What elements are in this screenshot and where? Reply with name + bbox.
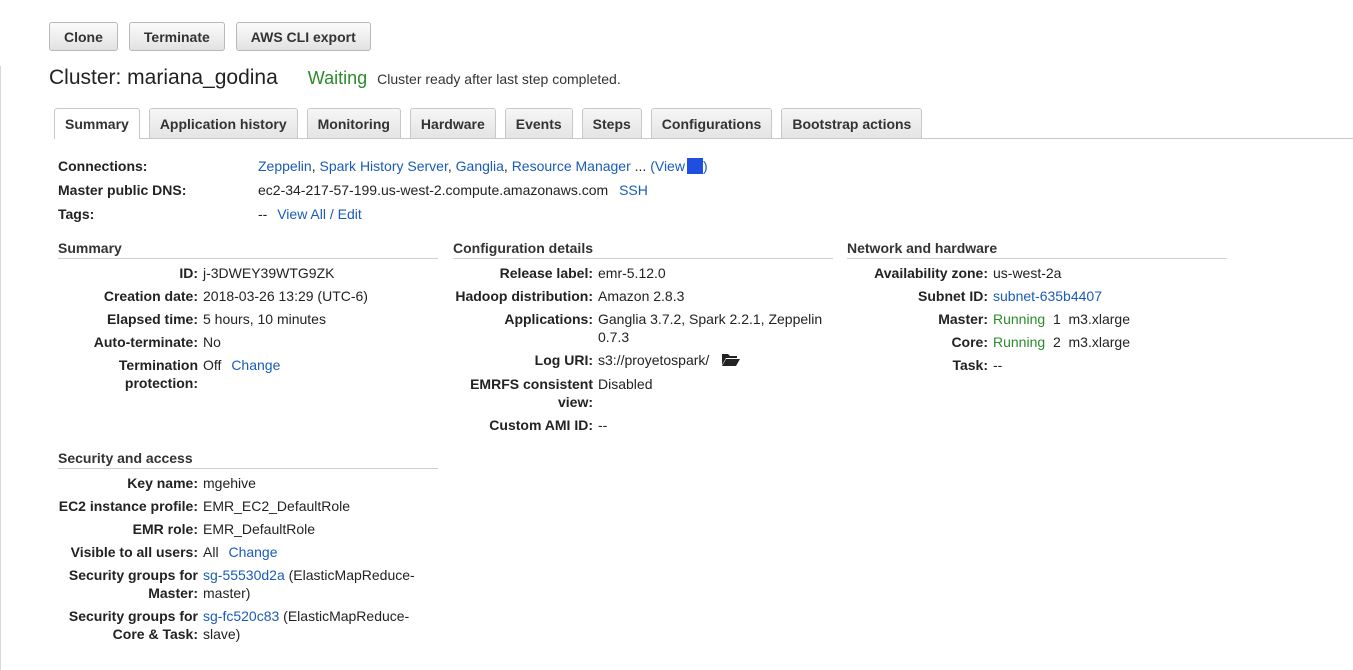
action-toolbar: Clone Terminate AWS CLI export: [49, 22, 371, 51]
sg-core-link[interactable]: sg-fc520c83: [203, 608, 279, 624]
subnet-id-label: Subnet ID:: [918, 288, 988, 304]
summary-section: Summary ID: j-3DWEY39WTG9ZK Creation date…: [58, 240, 438, 400]
subnet-id-link[interactable]: subnet-635b4407: [993, 288, 1102, 304]
applications-label: Applications:: [504, 311, 593, 327]
core-instance-type: m3.xlarge: [1068, 334, 1130, 350]
left-border: [0, 66, 1, 670]
tags-value: --: [258, 206, 268, 222]
key-name: mgehive: [203, 475, 256, 491]
custom-ami-label: Custom AMI ID:: [489, 417, 593, 433]
applications: Ganglia 3.7.2, Spark 2.2.1, Zeppelin 0.7.…: [598, 311, 823, 345]
id-label: ID:: [179, 265, 198, 281]
termination-protection: Off: [203, 357, 222, 373]
termination-protection-label: Termination protection:: [118, 357, 198, 391]
ec2-instance-profile: EMR_EC2_DefaultRole: [203, 498, 351, 514]
availability-zone: us-west-2a: [993, 265, 1062, 281]
view-all-connections-link[interactable]: (View): [650, 158, 708, 174]
tab-divider: [54, 138, 1353, 139]
connections-label: Connections:: [58, 158, 148, 174]
view-icon: [686, 158, 703, 174]
master-dns-label: Master public DNS:: [58, 182, 187, 198]
visible-to-all-label: Visible to all users:: [70, 544, 198, 560]
folder-open-icon[interactable]: [721, 352, 741, 371]
task-label: Task:: [952, 357, 988, 373]
page-title: Cluster: mariana_godina: [49, 66, 278, 89]
tab-bar: Summary Application history Monitoring H…: [54, 108, 923, 139]
task-value: --: [993, 357, 1003, 373]
master-dns-value: ec2-34-217-57-199.us-west-2.compute.amaz…: [258, 182, 609, 198]
creation-date-label: Creation date:: [103, 288, 198, 304]
connections-value: Zeppelin, Spark History Server, Ganglia,…: [258, 158, 708, 174]
tab-monitoring[interactable]: Monitoring: [306, 108, 401, 138]
emrfs-consistent-view: Disabled: [598, 376, 653, 392]
zeppelin-link[interactable]: Zeppelin: [258, 158, 312, 174]
configuration-section: Configuration details Release label: emr-…: [453, 240, 833, 440]
tab-events[interactable]: Events: [504, 108, 573, 138]
core-count: 2: [1052, 334, 1061, 350]
emr-role-label: EMR role:: [132, 521, 198, 537]
tab-application-history[interactable]: Application history: [148, 108, 298, 138]
status-badge: Waiting: [307, 68, 368, 88]
log-uri: s3://proyetospark/: [598, 352, 710, 368]
core-label: Core:: [951, 334, 988, 350]
ssh-link[interactable]: SSH: [619, 182, 648, 198]
configuration-heading: Configuration details: [453, 240, 833, 259]
tab-configurations[interactable]: Configurations: [650, 108, 773, 138]
log-uri-label: Log URI:: [534, 352, 593, 368]
view-edit-tags-link[interactable]: View All / Edit: [277, 206, 362, 222]
availability-zone-label: Availability zone:: [874, 265, 988, 281]
release-label: emr-5.12.0: [598, 265, 666, 281]
master-status: Running: [993, 311, 1046, 327]
status-message: Cluster ready after last step completed.: [377, 71, 621, 87]
hadoop-label: Hadoop distribution:: [455, 288, 593, 304]
visible-to-all: All: [203, 544, 219, 560]
tab-steps[interactable]: Steps: [581, 108, 642, 138]
sg-master-label: Security groups for Master:: [68, 567, 198, 601]
creation-date: 2018-03-26 13:29 (UTC-6): [203, 288, 368, 304]
auto-terminate-label: Auto-terminate:: [93, 334, 198, 350]
summary-heading: Summary: [58, 240, 438, 259]
master-label: Master:: [938, 311, 988, 327]
sg-master-link[interactable]: sg-55530d2a: [203, 567, 285, 583]
core-status: Running: [993, 334, 1046, 350]
termination-change-link[interactable]: Change: [231, 357, 280, 373]
emrfs-label: EMRFS consistent view:: [470, 376, 593, 410]
network-heading: Network and hardware: [847, 240, 1227, 259]
spark-history-server-link[interactable]: Spark History Server: [319, 158, 447, 174]
elapsed-time-label: Elapsed time:: [106, 311, 198, 327]
tab-bootstrap-actions[interactable]: Bootstrap actions: [781, 108, 923, 138]
clone-button[interactable]: Clone: [49, 22, 118, 51]
tab-summary[interactable]: Summary: [54, 108, 140, 139]
ganglia-link[interactable]: Ganglia: [456, 158, 504, 174]
master-count: 1: [1052, 311, 1061, 327]
visible-change-link[interactable]: Change: [228, 544, 277, 560]
security-heading: Security and access: [58, 450, 438, 469]
release-label-label: Release label:: [499, 265, 593, 281]
cluster-id: j-3DWEY39WTG9ZK: [203, 265, 335, 281]
auto-terminate: No: [203, 334, 221, 350]
key-name-label: Key name:: [127, 475, 198, 491]
cluster-header: Cluster: mariana_godina Waiting Cluster …: [49, 66, 621, 90]
resource-manager-link[interactable]: Resource Manager: [512, 158, 631, 174]
network-section: Network and hardware Availability zone: u…: [847, 240, 1227, 380]
ec2-profile-label: EC2 instance profile:: [58, 498, 198, 514]
hadoop-distribution: Amazon 2.8.3: [598, 288, 685, 304]
sg-core-label: Security groups for Core & Task:: [68, 608, 198, 642]
security-section: Security and access Key name: mgehive EC2…: [58, 450, 438, 650]
emr-role: EMR_DefaultRole: [203, 521, 316, 537]
custom-ami-id: --: [598, 417, 608, 433]
terminate-button[interactable]: Terminate: [128, 22, 225, 51]
master-instance-type: m3.xlarge: [1068, 311, 1130, 327]
tab-hardware[interactable]: Hardware: [409, 108, 496, 138]
tags-label: Tags:: [58, 206, 95, 222]
aws-cli-export-button[interactable]: AWS CLI export: [235, 22, 371, 51]
elapsed-time: 5 hours, 10 minutes: [203, 311, 326, 327]
